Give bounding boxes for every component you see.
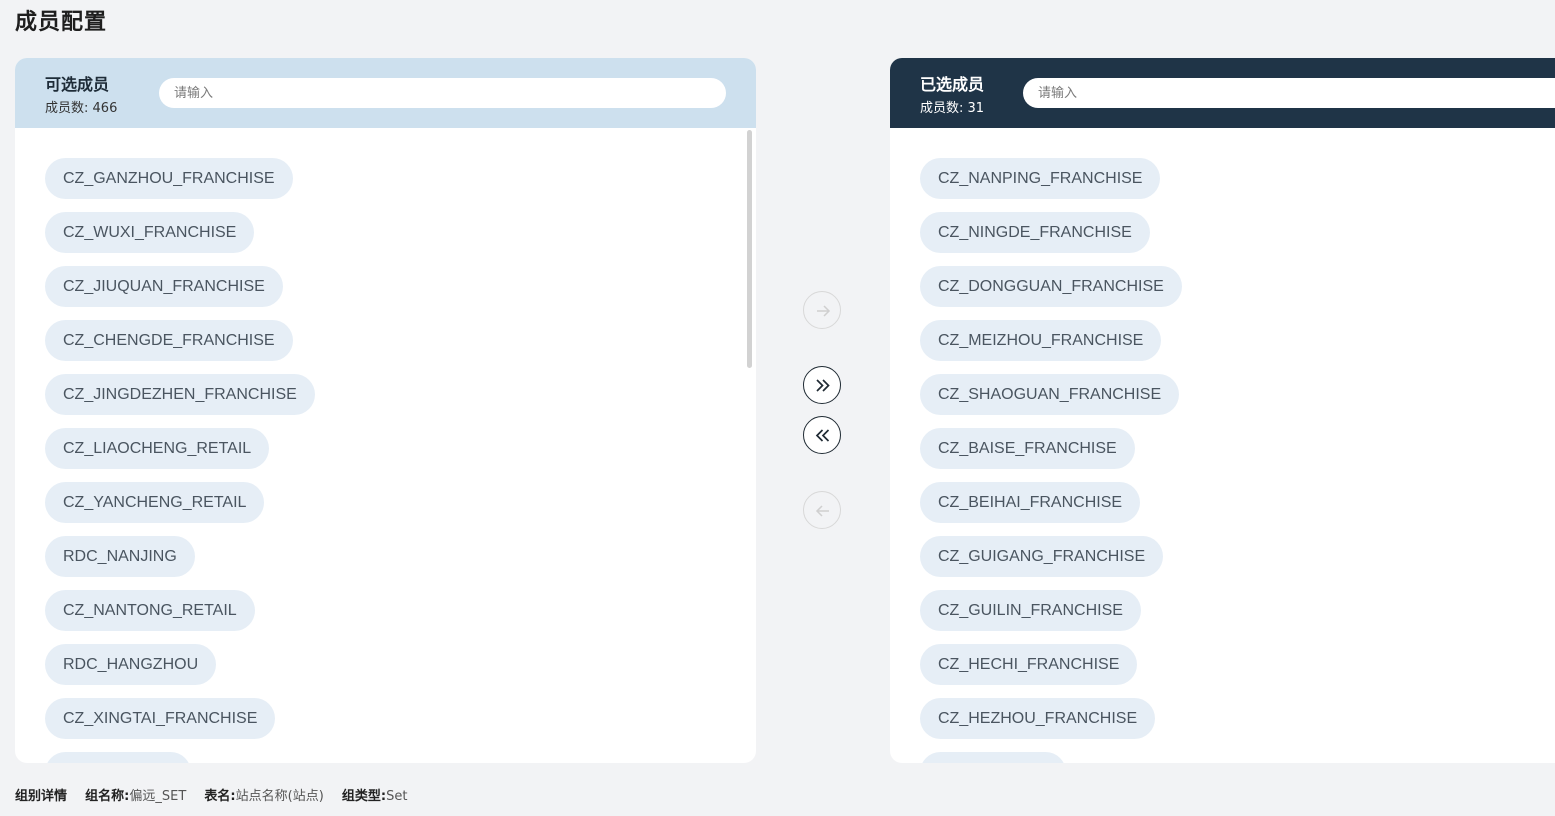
member-count-label: 成员数: xyxy=(45,101,89,116)
move-all-right-button[interactable] xyxy=(803,366,841,404)
member-chip[interactable]: CZ_GUIGANG_FRANCHISE xyxy=(920,536,1164,577)
move-all-left-button[interactable] xyxy=(803,416,841,454)
member-chip[interactable]: CZ_BAISE_FRANCHISE xyxy=(920,428,1135,469)
member-chip[interactable]: CZ_HEZHOU_FRANCHISE xyxy=(920,698,1156,739)
arrow-right-icon xyxy=(817,305,831,317)
group-type-label: 组类型: xyxy=(341,789,387,804)
selected-members-panel: 已选成员 成员数: 31 CZ_NANPING_FRANCHISE CZ_NING… xyxy=(890,58,1555,763)
member-chip[interactable]: CZ_YANCHENG_RETAIL xyxy=(45,482,265,523)
group-name-value: 偏远_SET xyxy=(129,789,187,804)
available-members-list: CZ_GANZHOU_FRANCHISE CZ_WUXI_FRANCHISE CZ_… xyxy=(45,158,756,763)
member-chip[interactable]: CZ_JINGDEZHEN_FRANCHISE xyxy=(45,374,315,415)
table-name-label: 表名: xyxy=(204,789,236,804)
available-list-scrollbar[interactable] xyxy=(747,130,752,368)
selected-members-count: 成员数: 31 xyxy=(920,97,984,116)
group-type-value: Set xyxy=(386,789,408,804)
selected-members-list: CZ_NANPING_FRANCHISE CZ_NINGDE_FRANCHISE C… xyxy=(920,158,1555,763)
member-chip[interactable]: CZ_CHENGDE_FRANCHISE xyxy=(45,320,293,361)
member-chip[interactable]: CZ_GUILIN_FRANCHISE xyxy=(920,590,1141,631)
group-details-footer: 组别详情 组名称:偏远_SET 表名:站点名称(站点) 组类型:Set xyxy=(15,785,421,804)
double-chevron-right-icon xyxy=(816,379,830,392)
member-chip[interactable]: CZ_NINGDE_FRANCHISE xyxy=(920,212,1150,253)
member-chip[interactable]: CZ_DONGGUAN_FRANCHISE xyxy=(920,266,1182,307)
group-details-label: 组别详情 xyxy=(15,789,68,804)
member-count-value: 31 xyxy=(967,101,985,116)
member-chip[interactable] xyxy=(45,752,191,763)
member-chip[interactable]: CZ_LIAOCHENG_RETAIL xyxy=(45,428,270,469)
arrow-left-icon xyxy=(815,505,829,517)
selected-search-input[interactable] xyxy=(1023,78,1555,108)
available-members-title: 可选成员 xyxy=(45,75,110,94)
table-name-value: 站点名称(站点) xyxy=(235,789,324,804)
double-chevron-left-icon xyxy=(815,429,830,442)
page-title: 成员配置 xyxy=(15,10,108,35)
member-chip[interactable]: CZ_HECHI_FRANCHISE xyxy=(920,644,1138,685)
member-chip[interactable]: CZ_XINGTAI_FRANCHISE xyxy=(45,698,276,739)
available-members-count: 成员数: 466 xyxy=(45,97,117,116)
member-count-label: 成员数: xyxy=(920,101,964,116)
member-chip[interactable] xyxy=(920,752,1066,763)
member-chip[interactable]: CZ_SHAOGUAN_FRANCHISE xyxy=(920,374,1180,415)
move-left-button[interactable] xyxy=(803,491,841,529)
member-chip[interactable]: CZ_MEIZHOU_FRANCHISE xyxy=(920,320,1162,361)
member-chip[interactable]: RDC_NANJING xyxy=(45,536,195,577)
member-chip[interactable]: CZ_WUXI_FRANCHISE xyxy=(45,212,255,253)
available-members-header: 可选成员 成员数: 466 xyxy=(15,58,756,128)
member-chip[interactable]: CZ_NANPING_FRANCHISE xyxy=(920,158,1161,199)
member-chip[interactable]: CZ_NANTONG_RETAIL xyxy=(45,590,255,631)
member-chip[interactable]: CZ_GANZHOU_FRANCHISE xyxy=(45,158,293,199)
selected-members-header: 已选成员 成员数: 31 xyxy=(890,58,1555,128)
available-members-panel: 可选成员 成员数: 466 CZ_GANZHOU_FRANCHISE CZ_WUX… xyxy=(15,58,756,763)
move-right-button[interactable] xyxy=(803,291,841,329)
selected-members-title: 已选成员 xyxy=(920,75,985,94)
available-search-input[interactable] xyxy=(159,78,726,108)
member-chip[interactable]: CZ_BEIHAI_FRANCHISE xyxy=(920,482,1141,523)
member-chip[interactable]: RDC_HANGZHOU xyxy=(45,644,217,685)
member-chip[interactable]: CZ_JIUQUAN_FRANCHISE xyxy=(45,266,283,307)
group-name-label: 组名称: xyxy=(85,789,130,804)
member-count-value: 466 xyxy=(92,101,118,116)
